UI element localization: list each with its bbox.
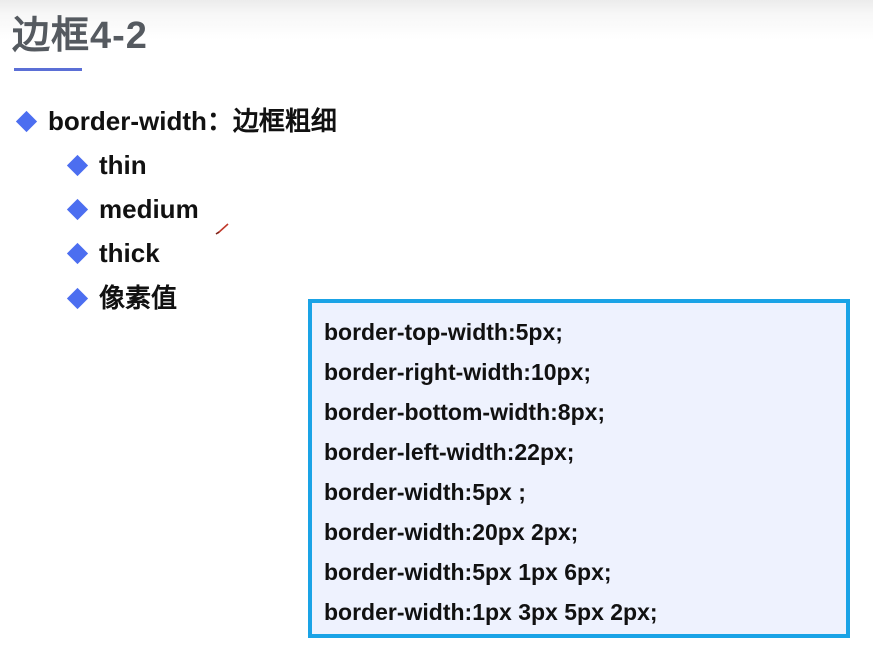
- code-line: border-width:1px 3px 5px 2px;: [324, 599, 658, 625]
- bullet-item-label: medium: [99, 194, 199, 224]
- code-line: border-left-width:22px;: [324, 439, 575, 465]
- bullet-item-thick: thick: [66, 237, 160, 269]
- diamond-bullet-icon: [66, 242, 89, 264]
- bullet-main-label: border-width：边框粗细: [48, 106, 337, 136]
- bullet-item-medium: medium: [66, 193, 199, 225]
- code-line: border-width:20px 2px;: [324, 519, 579, 545]
- diamond-bullet-icon: [66, 198, 89, 220]
- code-example-box: border-top-width:5px; border-right-width…: [308, 299, 850, 638]
- bullet-item-thin: thin: [66, 149, 147, 181]
- diamond-bullet-icon: [66, 154, 89, 176]
- code-line: border-bottom-width:8px;: [324, 399, 606, 425]
- code-line: border-right-width:10px;: [324, 359, 592, 385]
- bullet-main: border-width：边框粗细: [15, 105, 337, 137]
- title-underline: [14, 68, 82, 71]
- bullet-item-label: thin: [99, 150, 147, 180]
- diamond-bullet-icon: [66, 287, 89, 309]
- page-title: 边框4-2: [12, 15, 148, 57]
- bullet-item-pixel-value: 像素值: [66, 282, 178, 314]
- diamond-bullet-icon: [15, 110, 38, 132]
- code-line: border-top-width:5px;: [324, 319, 563, 345]
- pen-cursor-icon: [215, 223, 229, 235]
- bullet-item-label: 像素值: [99, 283, 178, 313]
- slide: 边框4-2 border-width：边框粗细 thin medium thic…: [0, 0, 873, 654]
- bullet-item-label: thick: [99, 238, 160, 268]
- code-line: border-width:5px ;: [324, 479, 526, 505]
- code-line: border-width:5px 1px 6px;: [324, 559, 612, 585]
